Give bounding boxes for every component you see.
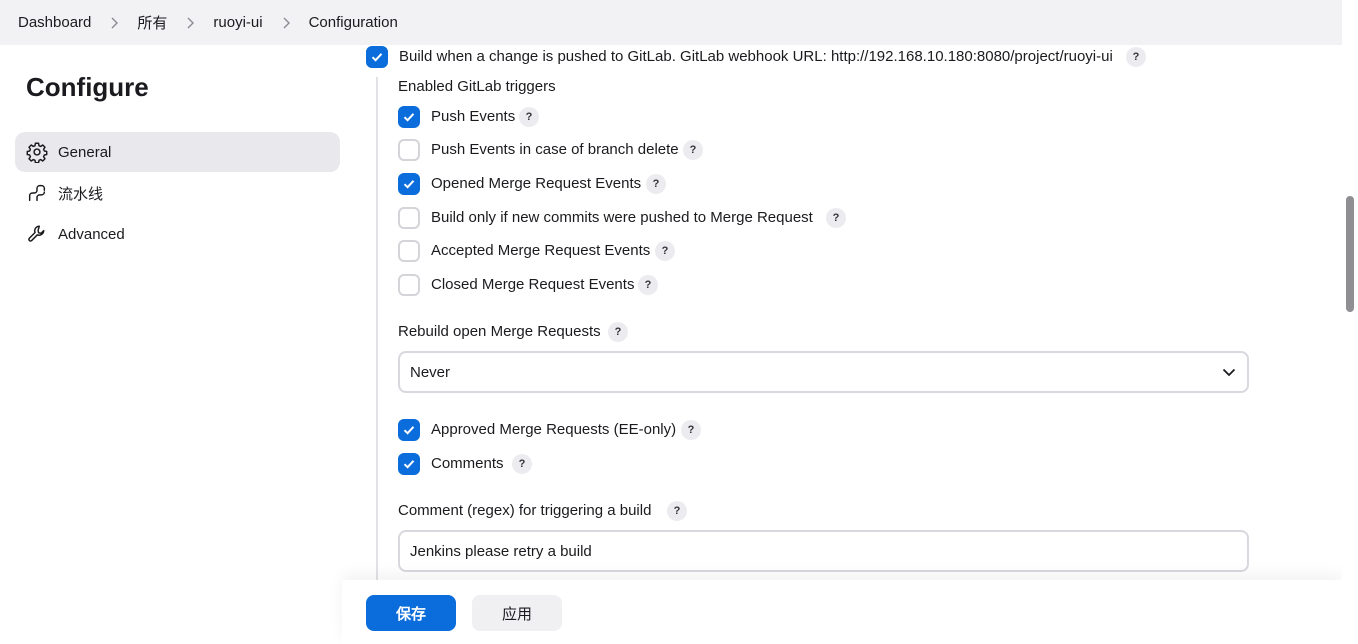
help-icon[interactable]: ? — [683, 140, 703, 160]
scrollbar-track — [1342, 0, 1358, 644]
build-on-push-label: Build when a change is pushed to GitLab.… — [399, 48, 1113, 65]
help-icon[interactable]: ? — [608, 322, 628, 342]
chevron-down-icon — [1222, 368, 1236, 377]
accepted-mr-checkbox[interactable] — [398, 240, 420, 262]
opened-mr-label: Opened Merge Request Events — [431, 175, 642, 192]
help-icon[interactable]: ? — [512, 454, 532, 474]
chevron-right-icon — [281, 17, 291, 29]
help-icon[interactable]: ? — [1126, 47, 1146, 67]
sidebar-item-general[interactable]: General — [15, 132, 340, 172]
approved-mr-label: Approved Merge Requests (EE-only) — [431, 421, 677, 438]
check-icon — [403, 460, 415, 469]
rebuild-select-value: Never — [410, 363, 451, 381]
apply-button[interactable]: 应用 — [472, 595, 562, 631]
comments-label: Comments — [431, 455, 504, 472]
check-icon — [403, 113, 415, 122]
section-divider — [376, 77, 378, 580]
help-icon[interactable]: ? — [655, 241, 675, 261]
breadcrumb-project[interactable]: ruoyi-ui — [213, 14, 262, 31]
help-icon[interactable]: ? — [638, 275, 658, 295]
closed-mr-label: Closed Merge Request Events — [431, 276, 635, 293]
pipeline-icon — [26, 182, 48, 204]
accepted-mr-label: Accepted Merge Request Events — [431, 242, 651, 259]
sidebar-item-label: General — [58, 143, 112, 161]
triggers-heading: Enabled GitLab triggers — [398, 78, 556, 95]
rebuild-label: Rebuild open Merge Requests — [398, 323, 601, 340]
gear-icon — [26, 141, 48, 163]
help-icon[interactable]: ? — [826, 208, 846, 228]
opened-mr-checkbox[interactable] — [398, 173, 420, 195]
sidebar-item-pipeline[interactable]: 流水线 — [15, 173, 340, 213]
comment-regex-label: Comment (regex) for triggering a build — [398, 502, 652, 519]
sidebar-item-label: Advanced — [58, 225, 125, 243]
rebuild-select[interactable]: Never — [398, 351, 1249, 393]
scrollbar-thumb[interactable] — [1346, 196, 1354, 312]
approved-mr-checkbox[interactable] — [398, 419, 420, 441]
help-icon[interactable]: ? — [646, 174, 666, 194]
new-commits-mr-label: Build only if new commits were pushed to… — [431, 209, 813, 226]
breadcrumb: Dashboard 所有 ruoyi-ui Configuration — [0, 0, 1342, 45]
sidebar-item-label: 流水线 — [58, 185, 104, 203]
comment-regex-input[interactable] — [398, 530, 1249, 572]
sidebar-item-advanced[interactable]: Advanced — [15, 214, 340, 254]
comments-checkbox[interactable] — [398, 453, 420, 475]
build-on-push-checkbox[interactable] — [366, 46, 388, 68]
help-icon[interactable]: ? — [519, 107, 539, 127]
chevron-right-icon — [109, 17, 119, 29]
branch-delete-label: Push Events in case of branch delete — [431, 141, 679, 158]
breadcrumb-all[interactable]: 所有 — [137, 12, 167, 33]
push-events-checkbox[interactable] — [398, 106, 420, 128]
save-button[interactable]: 保存 — [366, 595, 456, 631]
chevron-right-icon — [185, 17, 195, 29]
wrench-icon — [26, 223, 48, 245]
breadcrumb-configuration[interactable]: Configuration — [309, 14, 398, 31]
check-icon — [371, 53, 383, 62]
page-title: Configure — [26, 72, 149, 102]
branch-delete-checkbox[interactable] — [398, 139, 420, 161]
new-commits-mr-checkbox[interactable] — [398, 207, 420, 229]
help-icon[interactable]: ? — [681, 420, 701, 440]
check-icon — [403, 426, 415, 435]
breadcrumb-dashboard[interactable]: Dashboard — [18, 14, 91, 31]
closed-mr-checkbox[interactable] — [398, 274, 420, 296]
push-events-label: Push Events — [431, 108, 516, 125]
check-icon — [403, 180, 415, 189]
help-icon[interactable]: ? — [667, 501, 687, 521]
